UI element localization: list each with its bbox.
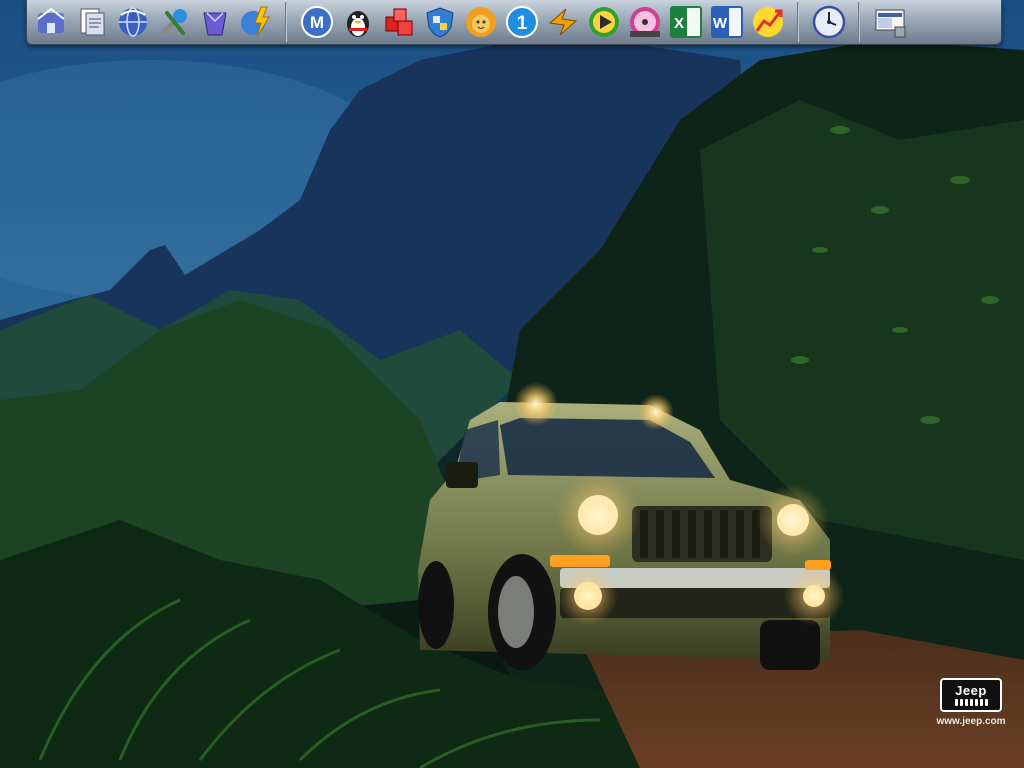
svg-text:W: W <box>712 15 727 32</box>
number-one-app-icon[interactable]: 1 <box>504 4 540 40</box>
dock-separator <box>858 2 860 42</box>
music-player-icon[interactable] <box>627 4 663 40</box>
dock-separator <box>797 2 799 42</box>
my-computer-icon[interactable] <box>33 4 69 40</box>
dock-group <box>805 0 852 44</box>
maxthon-browser-icon[interactable]: M <box>299 4 335 40</box>
wallpaper-scene <box>0 0 1024 768</box>
excel-icon[interactable]: X <box>668 4 704 40</box>
svg-text:1: 1 <box>516 13 527 34</box>
foglight-glow <box>784 566 844 626</box>
svg-text:M: M <box>309 13 323 32</box>
qq-penguin-icon[interactable] <box>340 4 376 40</box>
recycle-bin-icon[interactable] <box>197 4 233 40</box>
jeep-logo-badge: Jeep <box>940 678 1002 712</box>
tools-icon[interactable] <box>156 4 192 40</box>
network-flash-icon[interactable] <box>238 4 274 40</box>
show-desktop-icon[interactable] <box>872 4 908 40</box>
media-player-icon[interactable] <box>586 4 622 40</box>
word-icon[interactable]: W <box>709 4 745 40</box>
clock-icon[interactable] <box>811 4 847 40</box>
security-shield-icon[interactable] <box>422 4 458 40</box>
quick-launch-dock: M 1 X W <box>26 0 1002 45</box>
svg-text:X: X <box>673 15 683 32</box>
roof-light-right <box>638 394 674 430</box>
roof-light-left <box>514 382 558 426</box>
lion-app-icon[interactable] <box>463 4 499 40</box>
foglight-glow <box>558 566 618 626</box>
cubes-app-icon[interactable] <box>381 4 417 40</box>
dock-group <box>866 0 913 44</box>
dock-group <box>27 0 279 44</box>
my-documents-icon[interactable] <box>74 4 110 40</box>
internet-explorer-icon[interactable] <box>115 4 151 40</box>
jeep-grille-icon <box>954 698 988 706</box>
headlight-glow <box>757 484 829 556</box>
dock-group: M 1 X W <box>293 0 791 44</box>
jeep-url: www.jeep.com <box>936 716 1006 727</box>
download-tool-icon[interactable] <box>545 4 581 40</box>
dock-separator <box>285 2 287 42</box>
jeep-logo-text: Jeep <box>955 682 987 698</box>
headlight-glow <box>556 473 640 557</box>
stock-chart-icon[interactable] <box>750 4 786 40</box>
desktop-wallpaper: Jeep www.jeep.com <box>0 0 1024 768</box>
jeep-brand-logo: Jeep www.jeep.com <box>928 678 1014 727</box>
